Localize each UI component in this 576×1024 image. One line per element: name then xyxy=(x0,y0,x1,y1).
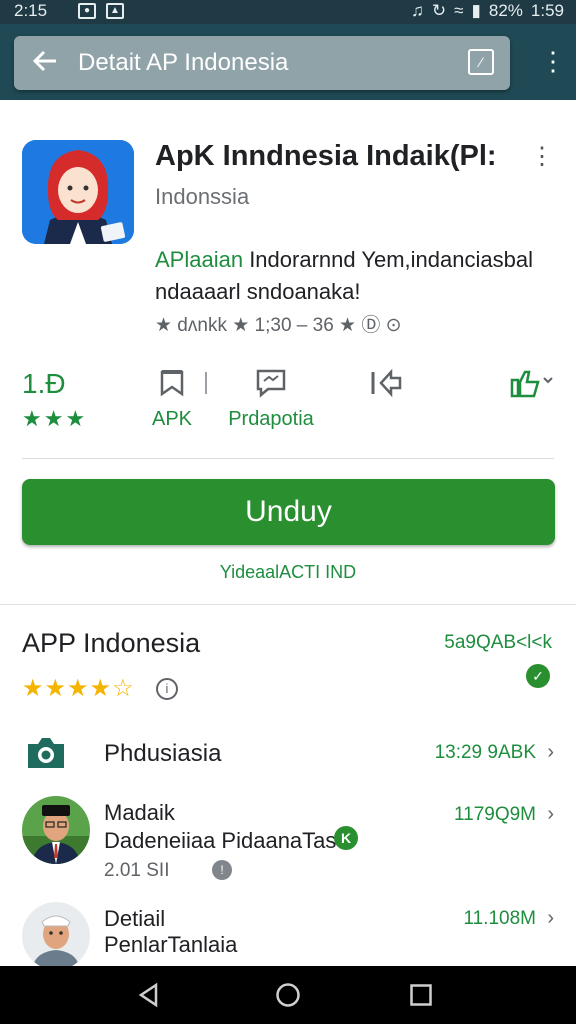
list-item[interactable]: Detiail PenlarTanlaia 11.108M › xyxy=(0,900,576,966)
image-notification-icon: ▲ xyxy=(106,3,124,19)
section-rating-stars: ★★★★☆ xyxy=(22,675,135,702)
status-time: 2:15 xyxy=(14,1,48,20)
list-item[interactable]: Madaik Dadeneiiaa PidaanaTas K 2.01 SII … xyxy=(0,794,576,894)
install-options-stat[interactable] xyxy=(506,366,556,408)
list-item-label: Phdusiasia xyxy=(104,740,222,767)
share-icon xyxy=(369,366,403,400)
chevron-right-icon: › xyxy=(547,907,554,929)
list-item[interactable]: Phdusiasia 13:29 9ABK › xyxy=(0,732,576,776)
list-item-size: 1179Q9M xyxy=(453,804,536,825)
rating-value: 1.Ɖ xyxy=(22,368,66,399)
sync-icon: ↻ xyxy=(431,1,447,20)
share-stat[interactable] xyxy=(368,366,404,408)
signal-icon: ▮ xyxy=(471,1,481,20)
overflow-menu-icon[interactable]: ⋮ xyxy=(540,46,566,76)
notification-icon: ● xyxy=(78,3,96,19)
install-button[interactable]: Unduy xyxy=(22,479,555,545)
avatar xyxy=(22,796,90,864)
chevron-right-icon: › xyxy=(547,741,554,763)
info-icon[interactable]: i xyxy=(156,678,178,700)
avatar xyxy=(22,902,90,966)
battery-level: 82% xyxy=(488,1,523,20)
list-item-label: Madaik xyxy=(104,800,175,825)
recents-nav-icon[interactable] xyxy=(408,982,434,1008)
app-description-text: Indorarnnd Yem,indanciasbal xyxy=(243,247,533,272)
section-right-text: 5a9QAB<l<k xyxy=(444,632,552,653)
more-options-icon[interactable]: ⋮ xyxy=(530,142,554,171)
back-arrow-icon[interactable] xyxy=(30,46,62,78)
divider xyxy=(22,458,554,459)
verified-badge-icon: K xyxy=(334,826,358,850)
home-nav-icon[interactable] xyxy=(275,982,301,1008)
app-developer[interactable]: Indonssia xyxy=(155,184,249,210)
list-item-subtitle: Dadeneiiaa PidaanaTas xyxy=(104,828,337,853)
app-title: ApK Inndnesia Indaik(Pl: xyxy=(155,140,497,172)
section-divider xyxy=(0,604,576,605)
status-clock: 1:59 xyxy=(530,1,564,20)
tabs-icon[interactable]: ⁄ xyxy=(468,49,494,75)
page-title: Detait AP Indonesia xyxy=(78,49,289,76)
mute-icon: ♫ xyxy=(411,1,424,20)
bookmark-icon xyxy=(155,366,189,400)
verified-badge-icon: ✓ xyxy=(526,664,550,688)
list-item-size: 13:29 9ABK xyxy=(434,742,536,763)
thumbs-up-icon xyxy=(506,366,556,400)
app-description-highlight: APlaaian xyxy=(155,247,244,272)
wifi-icon: ≈ xyxy=(454,1,464,20)
address-bar[interactable]: Detait AP Indonesia ⁄ xyxy=(14,36,510,90)
app-description: APlaaian Indorarnnd Yem,indanciasbal nda… xyxy=(155,244,555,308)
prdapotia-stat[interactable]: Prdapotia xyxy=(226,366,316,431)
apk-label: APK xyxy=(151,408,193,430)
list-item-subtitle: PenlarTanlaia xyxy=(104,932,238,957)
stat-divider xyxy=(205,372,207,394)
apk-stat[interactable]: APK xyxy=(148,366,196,431)
toolbar: Detait AP Indonesia ⁄ ⋮ xyxy=(0,24,576,100)
rating-stars: ★★★ xyxy=(22,406,88,431)
app-description-line2: ndaaaarl sndoanaka! xyxy=(155,279,361,304)
section-title: APP Indonesia xyxy=(22,628,201,658)
install-note[interactable]: YideaalACTI IND xyxy=(0,562,576,583)
rating-stat: 1.Ɖ ★★★ xyxy=(22,368,87,432)
app-meta: ★ dʌnkk ★ 1;30 – 36 ★ Ⓓ ⊙ xyxy=(155,315,402,336)
prdapotia-label: Prdapotia xyxy=(228,408,314,430)
list-item-label: Detiail xyxy=(104,906,166,931)
chevron-right-icon: › xyxy=(547,803,554,825)
camera-icon xyxy=(26,736,66,770)
list-item-detail: 2.01 SII xyxy=(104,860,170,881)
info-icon: ! xyxy=(212,860,232,880)
list-item-size: 11.108M xyxy=(463,908,536,929)
back-nav-icon[interactable] xyxy=(136,982,162,1008)
status-bar: 2:15 ● ▲ ♫ ↻ ≈ ▮ 82% 1:59 xyxy=(0,0,576,24)
app-icon xyxy=(22,140,134,244)
navigation-bar xyxy=(0,966,576,1024)
chat-icon xyxy=(254,366,288,400)
